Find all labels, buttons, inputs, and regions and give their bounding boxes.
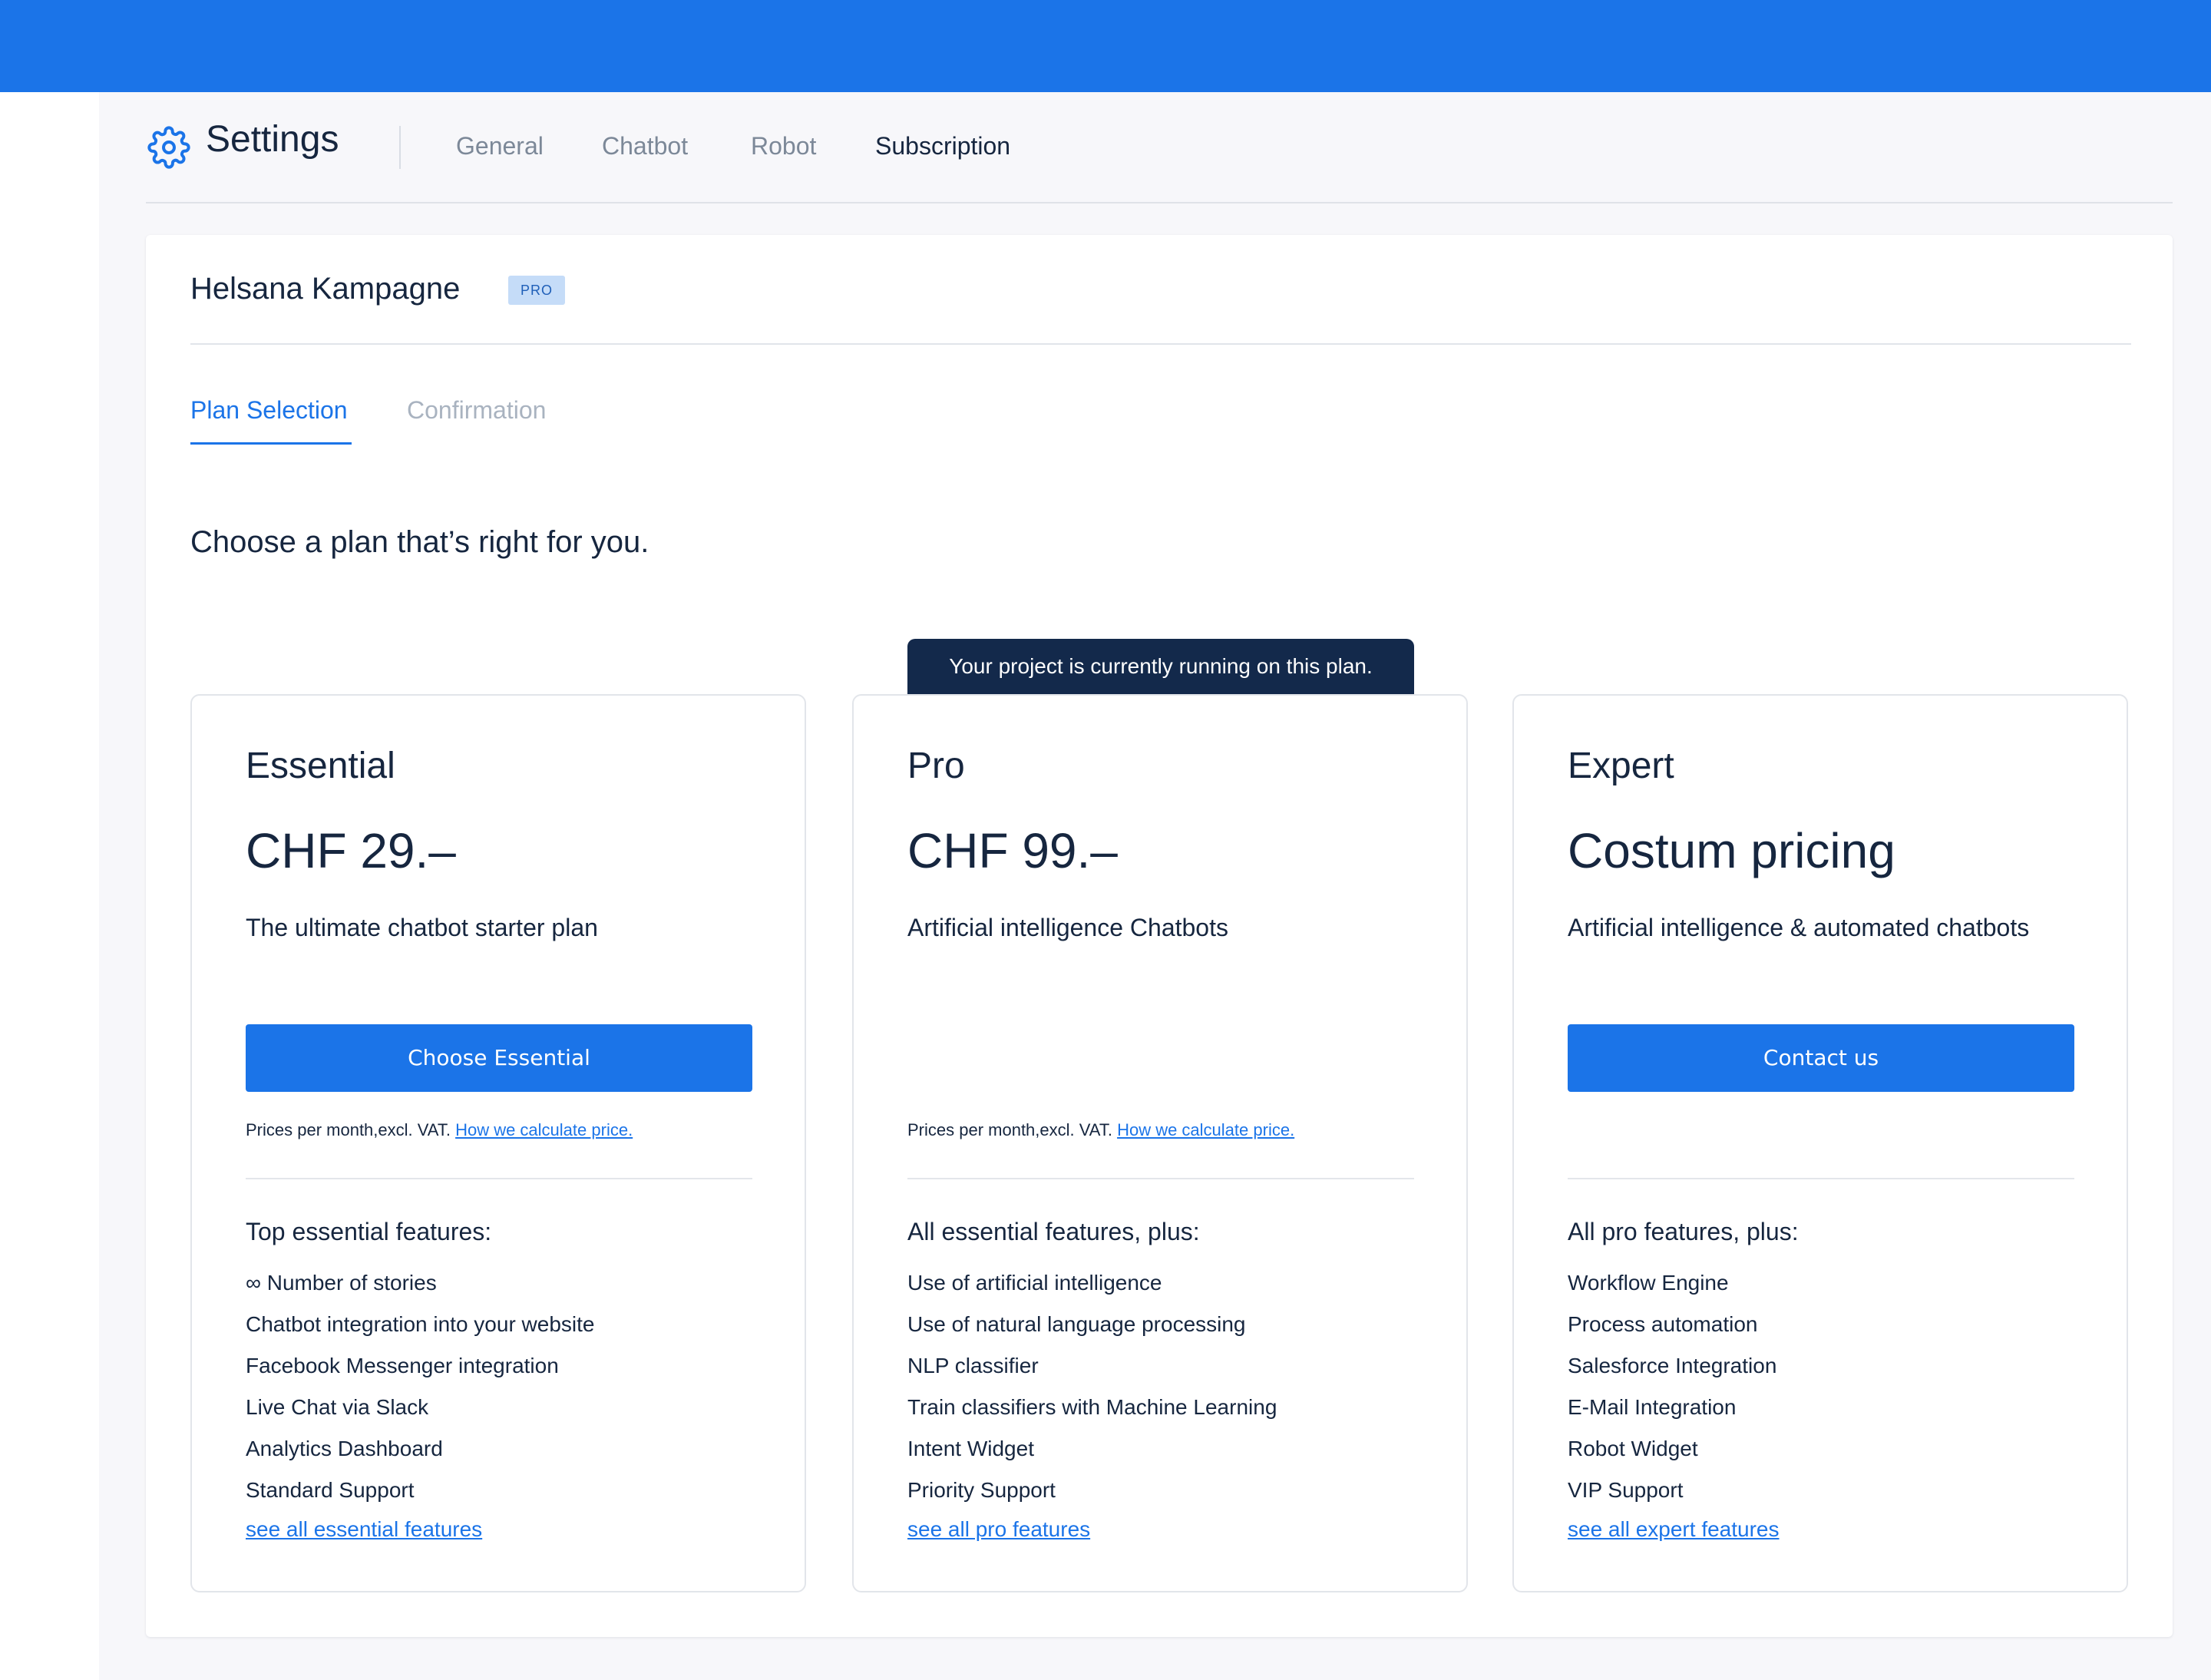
- page-title: Settings: [206, 119, 339, 160]
- feature-item: Salesforce Integration: [1568, 1354, 1777, 1377]
- feature-item: Use of artificial intelligence: [907, 1271, 1162, 1295]
- feature-item: Live Chat via Slack: [246, 1395, 429, 1419]
- plan-description: The ultimate chatbot starter plan: [246, 914, 598, 941]
- plan-name: Essential: [246, 746, 395, 786]
- tab-general[interactable]: General: [456, 129, 544, 163]
- tab-chatbot[interactable]: Chatbot: [602, 129, 688, 163]
- plan-headline: Choose a plan that’s right for you.: [190, 525, 649, 559]
- plan-price: CHF 99.–: [907, 823, 1118, 878]
- plan-badge: PRO: [508, 276, 565, 305]
- header-divider: [399, 126, 401, 169]
- feature-item: Use of natural language processing: [907, 1312, 1246, 1336]
- feature-item: Analytics Dashboard: [246, 1437, 443, 1460]
- price-calculation-link[interactable]: How we calculate price.: [1117, 1120, 1294, 1139]
- feature-item: VIP Support: [1568, 1478, 1684, 1502]
- card-divider: [190, 343, 2131, 345]
- plan-card-essential: Essential CHF 29.– The ultimate chatbot …: [190, 694, 806, 1592]
- plan-card-expert: Expert Costum pricing Artificial intelli…: [1512, 694, 2128, 1592]
- features-heading: Top essential features:: [246, 1218, 492, 1245]
- tab-subscription[interactable]: Subscription: [875, 129, 1010, 163]
- feature-item: Robot Widget: [1568, 1437, 1698, 1460]
- price-note-text: Prices per month,excl. VAT.: [246, 1120, 451, 1139]
- current-plan-banner: Your project is currently running on thi…: [907, 639, 1414, 694]
- see-all-essential-features-link[interactable]: see all essential features: [246, 1514, 482, 1545]
- plan-divider: [246, 1178, 752, 1179]
- feature-item: Facebook Messenger integration: [246, 1354, 559, 1377]
- price-calculation-link[interactable]: How we calculate price.: [455, 1120, 633, 1139]
- contact-us-button[interactable]: Contact us: [1568, 1024, 2074, 1092]
- feature-item: Standard Support: [246, 1478, 415, 1502]
- feature-item: Intent Widget: [907, 1437, 1034, 1460]
- features-list: Workflow Engine Process automation Sales…: [1568, 1262, 1776, 1511]
- plan-divider: [907, 1178, 1414, 1179]
- plan-name: Expert: [1568, 746, 1674, 786]
- features-heading: All essential features, plus:: [907, 1218, 1200, 1245]
- top-bar: [0, 0, 2211, 92]
- plan-price: CHF 29.–: [246, 823, 456, 878]
- feature-item: Chatbot integration into your website: [246, 1312, 595, 1336]
- price-note: Prices per month,excl. VAT. How we calcu…: [907, 1118, 1294, 1143]
- plan-name: Pro: [907, 746, 965, 786]
- step-confirmation[interactable]: Confirmation: [407, 393, 546, 427]
- see-all-pro-features-link[interactable]: see all pro features: [907, 1514, 1090, 1545]
- features-list: ∞ Number of stories Chatbot integration …: [246, 1262, 595, 1511]
- feature-item: E-Mail Integration: [1568, 1395, 1737, 1419]
- choose-essential-button[interactable]: Choose Essential: [246, 1024, 752, 1092]
- price-note-text: Prices per month,excl. VAT.: [907, 1120, 1112, 1139]
- tab-robot[interactable]: Robot: [751, 129, 816, 163]
- plan-card-pro: Pro CHF 99.– Artificial intelligence Cha…: [852, 694, 1468, 1592]
- plan-description: Artificial intelligence & automated chat…: [1568, 914, 2030, 941]
- feature-item: Workflow Engine: [1568, 1271, 1729, 1295]
- feature-item: Priority Support: [907, 1478, 1056, 1502]
- see-all-expert-features-link[interactable]: see all expert features: [1568, 1514, 1780, 1545]
- feature-item: NLP classifier: [907, 1354, 1039, 1377]
- header-divider-line: [146, 202, 2173, 203]
- feature-item: ∞ Number of stories: [246, 1271, 437, 1295]
- active-step-indicator: [190, 442, 352, 445]
- plan-price: Costum pricing: [1568, 823, 1895, 878]
- feature-item: Train classifiers with Machine Learning: [907, 1395, 1277, 1419]
- plan-divider: [1568, 1178, 2074, 1179]
- step-plan-selection[interactable]: Plan Selection: [190, 393, 348, 427]
- project-name: Helsana Kampagne: [190, 272, 461, 306]
- features-heading: All pro features, plus:: [1568, 1218, 1799, 1245]
- plan-description: Artificial intelligence Chatbots: [907, 914, 1228, 941]
- price-note: Prices per month,excl. VAT. How we calcu…: [246, 1118, 633, 1143]
- gear-icon: [147, 126, 190, 169]
- features-list: Use of artificial intelligence Use of na…: [907, 1262, 1277, 1511]
- feature-item: Process automation: [1568, 1312, 1758, 1336]
